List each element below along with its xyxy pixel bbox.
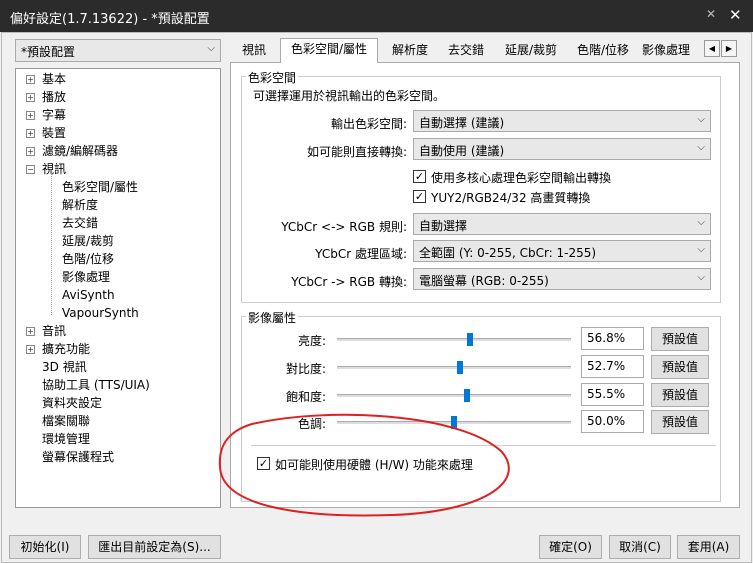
brightness-slider-thumb[interactable] xyxy=(466,333,473,346)
export-settings-button[interactable]: 匯出目前設定為(S)... xyxy=(88,535,221,559)
saturation-slider-thumb[interactable] xyxy=(463,389,470,402)
chevron-down-icon: ⌵ xyxy=(207,43,215,54)
expand-icon[interactable]: + xyxy=(26,75,35,84)
settings-tree: + 基本 + 播放 + 字幕 + 裝置 + 濾鏡/編解碼器 − 視訊 色彩空間/屬性 解析度… xyxy=(15,68,221,508)
yuy2-label: YUY2/RGB24/32 高畫質轉換 xyxy=(431,191,591,205)
colorspace-description: 可選擇運用於視訊輸出的色彩空間。 xyxy=(253,89,446,103)
tab-deinterlace[interactable]: 去交錯 xyxy=(440,40,492,62)
tree-connector xyxy=(51,173,52,315)
yuy2-checkbox[interactable]: ✓ xyxy=(413,190,426,203)
hue-default-button[interactable]: 預設值 xyxy=(651,410,709,434)
hue-slider-thumb[interactable] xyxy=(451,416,457,429)
contrast-slider[interactable] xyxy=(337,366,571,369)
tree-item-vapoursynth[interactable]: VapourSynth xyxy=(62,305,139,323)
ycbcr-rule-label: YCbCr <-> RGB 規則: xyxy=(281,220,407,234)
tree-item-3d[interactable]: 3D 視訊 xyxy=(42,359,87,377)
tree-item-folders[interactable]: 資料夾設定 xyxy=(42,395,102,413)
pin-icon[interactable]: ✕ xyxy=(706,7,720,23)
multicore-label: 使用多核心處理色彩空間輸出轉換 xyxy=(431,171,612,185)
tree-item-colorspace[interactable]: 色彩空間/屬性 xyxy=(62,179,139,197)
colorspace-group-title: 色彩空間 xyxy=(246,69,299,86)
expand-icon[interactable]: + xyxy=(26,147,35,156)
chevron-down-icon: ⌵ xyxy=(697,114,705,125)
chevron-down-icon: ⌵ xyxy=(697,244,705,255)
tree-item-levels[interactable]: 色階/位移 xyxy=(62,251,114,269)
init-button[interactable]: 初始化(I) xyxy=(9,535,81,559)
tree-item-avisynth[interactable]: AviSynth xyxy=(62,287,115,305)
chevron-down-icon: ⌵ xyxy=(697,272,705,283)
ycbcr-convert-label: YCbCr -> RGB 轉換: xyxy=(291,275,407,289)
brightness-label: 亮度: xyxy=(297,334,326,348)
brightness-slider[interactable] xyxy=(337,338,571,341)
direct-convert-select[interactable]: 自動使用 (建議) ⌵ xyxy=(413,138,711,160)
apply-button[interactable]: 套用(A) xyxy=(677,535,740,559)
cancel-button[interactable]: 取消(C) xyxy=(609,535,671,559)
tree-item-file-assoc[interactable]: 檔案關聯 xyxy=(42,413,90,431)
tree-item-resolution[interactable]: 解析度 xyxy=(62,197,98,215)
expand-icon[interactable]: + xyxy=(26,129,35,138)
tab-stretch[interactable]: 延展/裁剪 xyxy=(498,40,564,62)
output-colorspace-label: 輸出色彩空間: xyxy=(330,117,407,131)
collapse-icon[interactable]: − xyxy=(26,165,35,174)
image-props-group-title: 影像屬性 xyxy=(246,309,299,326)
profile-select-value: *預設配置 xyxy=(21,45,76,59)
tab-panel: 色彩空間 可選擇運用於視訊輸出的色彩空間。 輸出色彩空間: 自動選擇 (建議) ⌵… xyxy=(230,62,740,508)
chevron-right-icon[interactable]: ▶ xyxy=(721,40,737,57)
output-colorspace-select[interactable]: 自動選擇 (建議) ⌵ xyxy=(413,110,711,132)
tree-item-environment[interactable]: 環境管理 xyxy=(42,431,90,449)
contrast-label: 對比度: xyxy=(285,362,326,376)
window-title: 偏好設定(1.7.13622) - *預設配置 xyxy=(10,12,210,27)
hue-value[interactable]: 50.0% xyxy=(581,410,644,433)
profile-select[interactable]: *預設配置 ⌵ xyxy=(15,39,221,62)
tab-strip: 視訊 色彩空間/屬性 解析度 去交錯 延展/裁剪 色階/位移 影像處理 ◀ ▶ xyxy=(230,38,740,63)
expand-icon[interactable]: + xyxy=(26,345,35,354)
brightness-value[interactable]: 56.8% xyxy=(581,327,644,350)
hw-checkbox[interactable]: ✓ xyxy=(257,457,270,470)
expand-icon[interactable]: + xyxy=(26,93,35,102)
expand-icon[interactable]: + xyxy=(26,327,35,336)
contrast-value[interactable]: 52.7% xyxy=(581,355,644,378)
tree-item-image-processing[interactable]: 影像處理 xyxy=(62,269,110,287)
saturation-slider[interactable] xyxy=(337,394,571,397)
ok-button[interactable]: 確定(O) xyxy=(539,535,602,559)
contrast-slider-thumb[interactable] xyxy=(457,361,464,374)
ycbcr-convert-select[interactable]: 電腦螢幕 (RGB: 0-255) ⌵ xyxy=(413,268,711,290)
tab-image-processing[interactable]: 影像處理 xyxy=(642,40,702,62)
saturation-value[interactable]: 55.5% xyxy=(581,383,644,406)
expand-icon[interactable]: + xyxy=(26,111,35,120)
tab-levels[interactable]: 色階/位移 xyxy=(570,40,636,62)
tree-item-deinterlace[interactable]: 去交錯 xyxy=(62,215,98,233)
direct-convert-label: 如可能則直接轉換: xyxy=(306,145,407,159)
multicore-checkbox[interactable]: ✓ xyxy=(413,170,426,183)
ycbcr-range-label: YCbCr 處理區域: xyxy=(315,247,407,261)
title-bar: 偏好設定(1.7.13622) - *預設配置 ✕ ✕ xyxy=(0,0,753,32)
tree-item-stretch[interactable]: 延展/裁剪 xyxy=(62,233,114,251)
tab-colorspace[interactable]: 色彩空間/屬性 xyxy=(280,38,378,63)
chevron-down-icon: ⌵ xyxy=(697,142,705,153)
brightness-default-button[interactable]: 預設值 xyxy=(651,327,709,351)
hw-label: 如可能則使用硬體 (H/W) 功能來處理 xyxy=(275,458,473,472)
ycbcr-rule-select[interactable]: 自動選擇 ⌵ xyxy=(413,213,711,235)
ycbcr-range-select[interactable]: 全範圍 (Y: 0-255, CbCr: 1-255) ⌵ xyxy=(413,240,711,262)
saturation-default-button[interactable]: 預設值 xyxy=(651,383,709,407)
contrast-default-button[interactable]: 預設值 xyxy=(651,355,709,379)
tab-resolution[interactable]: 解析度 xyxy=(384,40,436,62)
hue-label: 色調: xyxy=(297,417,326,431)
close-icon[interactable]: ✕ xyxy=(729,6,745,24)
tree-item-accessibility[interactable]: 協助工具 (TTS/UIA) xyxy=(42,377,150,395)
tree-item-screensaver[interactable]: 螢幕保護程式 xyxy=(42,449,114,467)
divider xyxy=(251,445,716,446)
tab-video[interactable]: 視訊 xyxy=(234,40,274,62)
saturation-label: 飽和度: xyxy=(285,390,326,404)
chevron-down-icon: ⌵ xyxy=(697,217,705,228)
chevron-left-icon[interactable]: ◀ xyxy=(704,40,720,57)
